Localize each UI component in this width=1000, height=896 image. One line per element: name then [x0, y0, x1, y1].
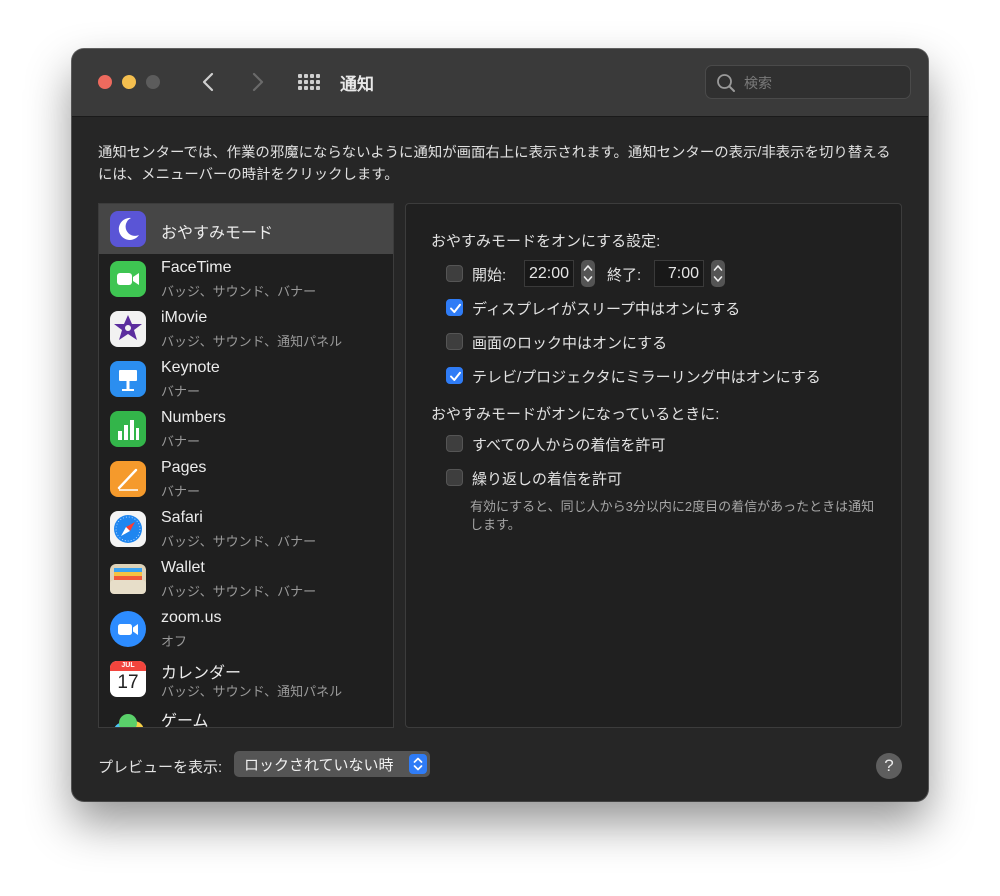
- start-label: 開始:: [472, 267, 507, 284]
- calendar-day-label: 17: [117, 672, 139, 693]
- show-all-button[interactable]: [296, 72, 322, 92]
- app-name: Wallet: [161, 559, 205, 576]
- end-time-field[interactable]: 7:00: [654, 260, 704, 287]
- start-time-stepper[interactable]: [581, 260, 595, 287]
- app-row-facetime[interactable]: FaceTime バッジ、サウンド、バナー: [99, 254, 393, 304]
- calendar-icon: JUL 17: [110, 661, 146, 697]
- minimize-window-button[interactable]: [122, 75, 136, 89]
- app-row-wallet[interactable]: Wallet バッジ、サウンド、バナー: [99, 554, 393, 604]
- search-field[interactable]: [705, 65, 911, 99]
- app-row-calendar[interactable]: JUL 17 カレンダー バッジ、サウンド、通知パネル: [99, 654, 393, 704]
- app-notification-style: バナー: [161, 434, 201, 449]
- app-notification-style: オフ: [161, 634, 188, 649]
- app-row-numbers[interactable]: Numbers バナー: [99, 404, 393, 454]
- wallet-icon: [110, 564, 146, 594]
- zoom-icon: [110, 611, 146, 647]
- chevron-left-icon: [202, 72, 214, 92]
- display-sleep-label: ディスプレイがスリープ中はオンにする: [472, 301, 741, 318]
- app-name: Safari: [161, 509, 203, 526]
- app-name: FaceTime: [161, 259, 232, 276]
- schedule-checkbox[interactable]: [446, 265, 463, 282]
- app-name: カレンダー: [161, 665, 242, 682]
- pages-icon: [110, 461, 146, 497]
- app-name: zoom.us: [161, 609, 222, 626]
- screen-locked-checkbox[interactable]: [446, 333, 463, 350]
- system-preferences-window: 通知 通知センターでは、作業の邪魔にならないように通知が画面右上に表示されます。…: [72, 49, 928, 801]
- preview-label: プレビューを表示:: [98, 759, 223, 776]
- repeated-calls-note: 有効にすると、同じ人から3分以内に2度目の着信があったときは通知します。: [470, 499, 875, 532]
- app-row-game-center[interactable]: ゲーム: [99, 704, 393, 728]
- numbers-icon: [110, 411, 146, 447]
- help-button[interactable]: ?: [876, 753, 902, 779]
- end-time-stepper[interactable]: [711, 260, 725, 287]
- when-on-heading: おやすみモードがオンになっているときに:: [431, 406, 720, 423]
- checkmark-icon: [450, 371, 461, 381]
- app-row-do-not-disturb[interactable]: おやすみモード: [99, 204, 393, 254]
- window-title: 通知: [340, 75, 374, 94]
- calendar-month-label: JUL: [110, 661, 146, 671]
- imovie-icon: [110, 311, 146, 347]
- allow-repeated-calls-label: 繰り返しの着信を許可: [472, 471, 623, 488]
- checkmark-icon: [450, 303, 461, 313]
- chevron-right-icon: [252, 72, 264, 92]
- safari-icon: [110, 511, 146, 547]
- up-down-arrows-icon: [583, 265, 593, 282]
- app-notification-style: バッジ、サウンド、通知パネル: [161, 684, 343, 699]
- back-button[interactable]: [196, 69, 222, 95]
- popup-arrows: [409, 754, 427, 774]
- game-center-icon: [114, 714, 144, 727]
- app-name: ゲーム: [161, 713, 209, 728]
- screen-locked-label: 画面のロック中はオンにする: [472, 335, 668, 352]
- app-row-keynote[interactable]: Keynote バナー: [99, 354, 393, 404]
- app-name: おやすみモード: [161, 225, 274, 242]
- search-input[interactable]: [742, 72, 906, 94]
- allow-repeated-calls-checkbox[interactable]: [446, 469, 463, 486]
- app-name: Numbers: [161, 409, 226, 426]
- app-row-zoom[interactable]: zoom.us オフ: [99, 604, 393, 654]
- allow-calls-everyone-checkbox[interactable]: [446, 435, 463, 452]
- title-bar: 通知: [72, 49, 928, 117]
- close-window-button[interactable]: [98, 75, 112, 89]
- up-down-arrows-icon: [413, 757, 423, 771]
- app-notification-style: バナー: [161, 384, 201, 399]
- app-name: Pages: [161, 459, 207, 476]
- keynote-icon: [110, 361, 146, 397]
- app-name: iMovie: [161, 309, 208, 326]
- app-name: Keynote: [161, 359, 220, 376]
- start-time-field[interactable]: 22:00: [524, 260, 574, 287]
- app-notification-style: バッジ、サウンド、バナー: [161, 534, 317, 549]
- app-notification-style: バッジ、サウンド、通知パネル: [161, 334, 343, 349]
- app-notification-style: バナー: [161, 484, 201, 499]
- preview-selected-value: ロックされていない時: [244, 757, 394, 774]
- app-list[interactable]: おやすみモード FaceTime バッジ、サウンド、バナー iMovie バッジ…: [98, 203, 394, 728]
- end-label: 終了:: [607, 267, 642, 284]
- mirroring-label: テレビ/プロジェクタにミラーリング中はオンにする: [472, 369, 821, 386]
- display-sleep-checkbox[interactable]: [446, 299, 463, 316]
- app-row-safari[interactable]: Safari バッジ、サウンド、バナー: [99, 504, 393, 554]
- preview-popup-button[interactable]: ロックされていない時: [234, 751, 430, 777]
- up-down-arrows-icon: [713, 265, 723, 282]
- description-text: 通知センターでは、作業の邪魔にならないように通知が画面右上に表示されます。通知セ…: [98, 145, 891, 183]
- app-row-pages[interactable]: Pages バナー: [99, 454, 393, 504]
- search-icon: [717, 74, 735, 92]
- app-row-imovie[interactable]: iMovie バッジ、サウンド、通知パネル: [99, 304, 393, 354]
- zoom-window-button[interactable]: [146, 75, 160, 89]
- mirroring-checkbox[interactable]: [446, 367, 463, 384]
- allow-calls-everyone-label: すべての人からの着信を許可: [472, 437, 666, 454]
- app-notification-style: バッジ、サウンド、バナー: [161, 584, 317, 599]
- app-notification-style: バッジ、サウンド、バナー: [161, 284, 317, 299]
- dnd-heading: おやすみモードをオンにする設定:: [431, 233, 661, 250]
- grid-icon: [298, 74, 320, 90]
- facetime-icon: [110, 261, 146, 297]
- moon-icon: [110, 211, 146, 247]
- forward-button[interactable]: [244, 69, 270, 95]
